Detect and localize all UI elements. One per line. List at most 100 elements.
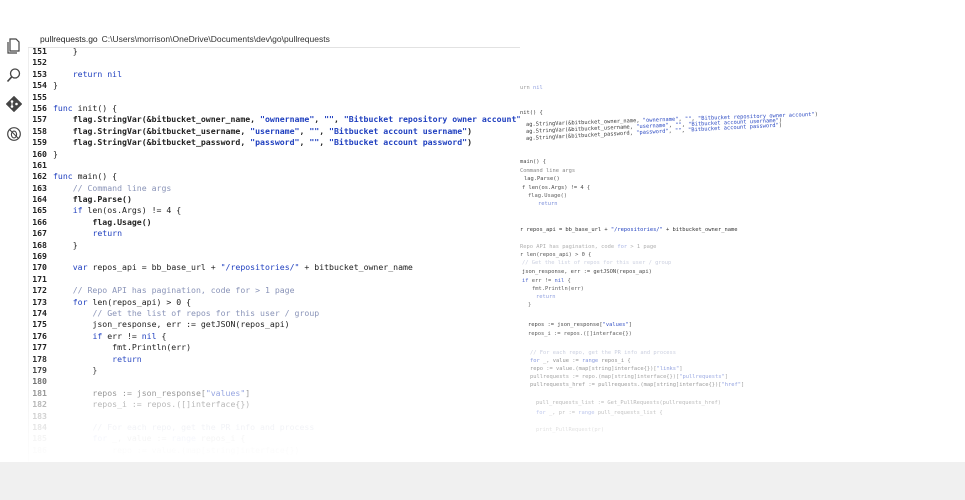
code-editor[interactable]: 151 } 152 153 return nil 154} 155 156 func ini…	[0, 46, 520, 462]
line-number: 168	[32, 239, 47, 250]
line-number: 178	[32, 353, 47, 364]
code-text: flag.StringVar(&bitbucket_username, "use…	[53, 125, 473, 136]
code-line[interactable]: 186 repo := value.(map[string]interface{…	[0, 445, 520, 456]
code-text: func main() {	[53, 171, 118, 182]
line-number: 169	[32, 251, 47, 262]
line-number: 183	[32, 410, 47, 421]
code-text: // For each repo, get the PR info and pr…	[92, 421, 315, 432]
line-number: 180	[32, 376, 47, 387]
line-number: 160	[32, 148, 47, 159]
code-line[interactable]: 160}	[0, 149, 520, 160]
line-number: 177	[32, 342, 47, 353]
code-line[interactable]: 158 flag.StringVar(&bitbucket_username, …	[0, 126, 520, 137]
scattered-code-line: flag.Usage()	[528, 193, 567, 199]
code-line[interactable]: 159 flag.StringVar(&bitbucket_password, …	[0, 137, 520, 148]
line-number: 151	[32, 46, 47, 56]
code-line[interactable]: 181 repos := json_response["values"]	[0, 388, 520, 399]
code-line[interactable]: 182 repos_i := repos.([]interface{})	[0, 399, 520, 410]
code-text: if len(os.Args) != 4 {	[72, 205, 182, 216]
code-text: for _, value := range repos_i {	[92, 433, 246, 444]
scattered-code-line: repos_i := repos.([]interface{})	[528, 331, 632, 337]
code-text: return	[92, 228, 123, 239]
scattered-code-line: urn nil	[520, 85, 543, 91]
code-line[interactable]: 166 flag.Usage()	[0, 217, 520, 228]
line-number: 171	[32, 273, 47, 284]
code-line[interactable]: 155	[0, 92, 520, 103]
code-line[interactable]: 180	[0, 376, 520, 387]
code-text: // Command line args	[72, 182, 172, 193]
line-number: 163	[32, 182, 47, 193]
code-text: flag.StringVar(&bitbucket_owner_name, "o…	[53, 114, 520, 125]
code-line[interactable]: 156 func init() {	[0, 103, 520, 114]
code-text: // Repo API has pagination, code for > 1…	[72, 285, 295, 296]
code-line[interactable]: 179 }	[0, 365, 520, 376]
line-number: 153	[32, 68, 47, 79]
line-number: 172	[32, 285, 47, 296]
code-line[interactable]: 169	[0, 251, 520, 262]
code-line[interactable]: 152	[0, 57, 520, 68]
scattered-code-line: Repo API has pagination, code for > 1 pa…	[520, 244, 657, 250]
code-line[interactable]: 178 return	[0, 354, 520, 365]
code-line[interactable]: 157 flag.StringVar(&bitbucket_owner_name…	[0, 114, 520, 125]
line-number: 184	[32, 421, 47, 432]
line-number: 170	[32, 262, 47, 273]
code-line[interactable]: 161	[0, 160, 520, 171]
code-text: // Get the list of repos for this user /…	[92, 307, 320, 318]
code-line[interactable]: 175 json_response, err := getJSON(repos_…	[0, 319, 520, 330]
code-line[interactable]: 172 // Repo API has pagination, code for…	[0, 285, 520, 296]
code-line[interactable]: 183	[0, 411, 520, 422]
code-text: json_response, err := getJSON(repos_api)	[53, 319, 290, 330]
line-number: 179	[32, 364, 47, 375]
scattered-code-panel: urn nil nit() {ag.StringVar(&bitbucket_ow…	[520, 60, 965, 462]
code-text: for len(repos_api) > 0 {	[72, 296, 192, 307]
line-number: 185	[32, 433, 47, 444]
code-line[interactable]: 165 if len(os.Args) != 4 {	[0, 205, 520, 216]
code-line[interactable]: 171	[0, 274, 520, 285]
line-number: 154	[32, 80, 47, 91]
line-number: 159	[32, 137, 47, 148]
code-line[interactable]: 162 func main() {	[0, 171, 520, 182]
code-line[interactable]: 173 for len(repos_api) > 0 {	[0, 297, 520, 308]
line-number: 165	[32, 205, 47, 216]
code-line[interactable]: 174 // Get the list of repos for this us…	[0, 308, 520, 319]
code-line[interactable]: 153 return nil	[0, 69, 520, 80]
code-line[interactable]: 170 var repos_api = bb_base_url + "/repo…	[0, 262, 520, 273]
scattered-code-line: Command line args	[520, 168, 576, 174]
scattered-code-line: return	[538, 201, 558, 207]
scattered-code-line: json_response, err := getJSON(repos_api)	[522, 269, 652, 275]
code-line[interactable]: 163 // Command line args	[0, 183, 520, 194]
line-number: 181	[32, 387, 47, 398]
code-text: }	[53, 364, 98, 375]
code-line[interactable]: 164 flag.Parse()	[0, 194, 520, 205]
code-text: var repos_api = bb_base_url + "/reposito…	[72, 262, 413, 273]
scattered-code-line: f len(os.Args) != 4 {	[522, 185, 591, 191]
line-number: 155	[32, 91, 47, 102]
code-line[interactable]: 176 if err != nil {	[0, 331, 520, 342]
scattered-code-line: r repos_api = bb_base_url + "/repositori…	[520, 227, 738, 233]
scattered-code-line: }	[528, 302, 532, 308]
scattered-code-line: // Get the list of repos for this user /…	[522, 260, 672, 266]
code-line[interactable]: 151 }	[0, 46, 520, 57]
line-number: 157	[32, 114, 47, 125]
code-text: }	[53, 80, 58, 91]
code-text: }	[53, 239, 78, 250]
code-text: repos := json_response["values"]	[53, 387, 251, 398]
code-line[interactable]: 168 }	[0, 240, 520, 251]
scattered-code-line: main() {	[520, 159, 546, 165]
code-text: flag.Parse()	[53, 194, 132, 205]
line-number: 162	[32, 171, 47, 182]
code-line[interactable]: 154}	[0, 80, 520, 91]
code-text: }	[53, 46, 78, 56]
scattered-code-line: pullrequests_href := pullrequests.(map[s…	[530, 382, 745, 388]
code-line[interactable]: 184 // For each repo, get the PR info an…	[0, 422, 520, 433]
line-number: 167	[32, 228, 47, 239]
file-name[interactable]: pullrequests.go	[40, 34, 98, 44]
code-line[interactable]: 167 return	[0, 228, 520, 239]
scattered-code-line: pullrequests := repo.(map[string]interfa…	[530, 374, 728, 380]
code-line[interactable]: 177 fmt.Println(err)	[0, 342, 520, 353]
scattered-code-line: r len(repos_api) > 0 {	[520, 252, 592, 258]
code-line[interactable]: 185 for _, value := range repos_i {	[0, 433, 520, 444]
line-number: 156	[32, 102, 47, 113]
line-number: 161	[32, 159, 47, 170]
editor-title: pullrequests.go C:\Users\morrison\OneDriv…	[40, 34, 330, 44]
